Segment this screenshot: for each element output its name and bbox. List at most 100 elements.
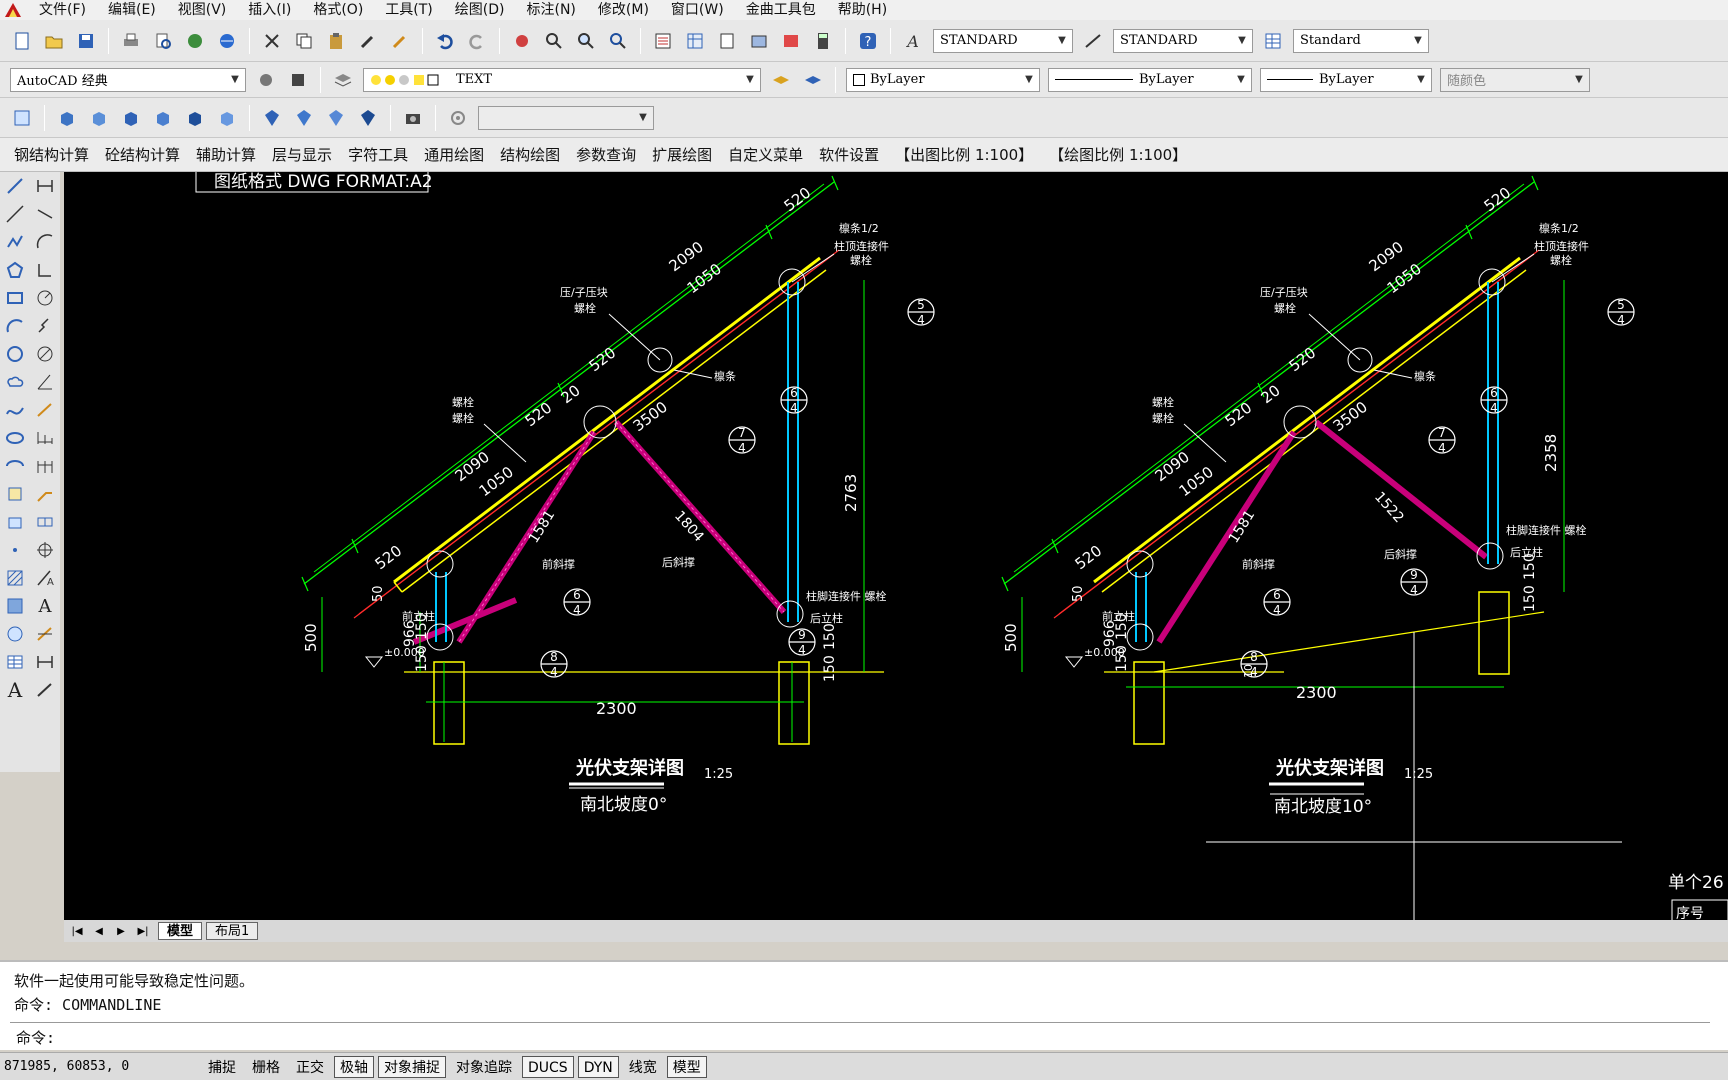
zoom-realtime-icon[interactable]: [541, 28, 567, 54]
snap-toggle[interactable]: 捕捉: [202, 1056, 242, 1078]
line-icon[interactable]: [2, 172, 28, 200]
autocad-app-icon[interactable]: [4, 2, 22, 18]
menu-help[interactable]: 帮助(H): [827, 0, 898, 20]
menu-insert[interactable]: 插入(I): [237, 0, 302, 20]
cnmenu-steel-calc[interactable]: 钢结构计算: [6, 144, 97, 165]
nw-iso-icon[interactable]: [355, 105, 381, 131]
dim-update-icon[interactable]: [32, 620, 58, 648]
workspace-select[interactable]: AutoCAD 经典 ▼: [10, 67, 246, 92]
layer-match-icon[interactable]: [800, 67, 826, 93]
menu-tools[interactable]: 工具(T): [374, 0, 443, 20]
bottom-view-icon[interactable]: [86, 105, 112, 131]
polar-toggle[interactable]: 极轴: [334, 1055, 374, 1078]
dim-diameter-icon[interactable]: [32, 340, 58, 368]
leader-icon[interactable]: [32, 480, 58, 508]
cnmenu-param-query[interactable]: 参数查询: [568, 144, 644, 165]
ne-iso-icon[interactable]: [323, 105, 349, 131]
ellipse-icon[interactable]: [2, 424, 28, 452]
dim-style-icon[interactable]: [1080, 28, 1106, 54]
lineweight-toggle[interactable]: 线宽: [623, 1056, 663, 1078]
markup-icon[interactable]: [778, 28, 804, 54]
cnmenu-custom-menu[interactable]: 自定义菜单: [720, 144, 811, 165]
text-style-icon[interactable]: A: [900, 28, 926, 54]
tab-model[interactable]: 模型: [158, 922, 203, 940]
tab-last-icon[interactable]: ▶|: [132, 922, 154, 940]
rectangle-icon[interactable]: [2, 284, 28, 312]
dim-arc-icon[interactable]: [32, 228, 58, 256]
se-iso-icon[interactable]: [291, 105, 317, 131]
tab-prev-icon[interactable]: ◀: [88, 922, 110, 940]
matchprop-icon[interactable]: [355, 28, 381, 54]
layer-manager-icon[interactable]: [330, 67, 356, 93]
menu-modify[interactable]: 修改(M): [587, 0, 660, 20]
cnmenu-output-scale[interactable]: 【出图比例 1:100】: [887, 144, 1041, 165]
layer-select[interactable]: TEXT ▼: [363, 67, 761, 92]
cnmenu-software-settings[interactable]: 软件设置: [811, 144, 887, 165]
spline-icon[interactable]: [2, 396, 28, 424]
design-center-icon[interactable]: [682, 28, 708, 54]
dim-ordinate-icon[interactable]: [32, 256, 58, 284]
osnap-toggle[interactable]: 对象捕捉: [378, 1055, 446, 1078]
back-view-icon[interactable]: [214, 105, 240, 131]
text-style-select[interactable]: STANDARD ▼: [933, 28, 1073, 53]
tolerance-icon[interactable]: [32, 508, 58, 536]
color-select[interactable]: ByLayer ▼: [846, 67, 1040, 92]
insert-block-icon[interactable]: [2, 480, 28, 508]
zoom-previous-icon[interactable]: [605, 28, 631, 54]
cnmenu-concrete-calc[interactable]: 砼结构计算: [97, 144, 188, 165]
redo-icon[interactable]: [464, 28, 490, 54]
tab-layout1[interactable]: 布局1: [206, 922, 259, 940]
construction-line-icon[interactable]: [2, 200, 28, 228]
menu-view[interactable]: 视图(V): [167, 0, 238, 20]
linetype-select[interactable]: ByLayer ▼: [1048, 67, 1252, 92]
cnmenu-struct-draw[interactable]: 结构绘图: [492, 144, 568, 165]
dim-radius-icon[interactable]: [32, 284, 58, 312]
ducs-toggle[interactable]: DUCS: [522, 1055, 574, 1078]
ucs-icon[interactable]: [9, 105, 35, 131]
workspace-save-icon[interactable]: [285, 67, 311, 93]
copy-icon[interactable]: [291, 28, 317, 54]
tool-palettes-icon[interactable]: [714, 28, 740, 54]
cnmenu-general-draw[interactable]: 通用绘图: [416, 144, 492, 165]
workspace-settings-icon[interactable]: [253, 67, 279, 93]
circle-icon[interactable]: [2, 340, 28, 368]
cnmenu-aux-calc[interactable]: 辅助计算: [188, 144, 264, 165]
menu-draw[interactable]: 绘图(D): [444, 0, 516, 20]
cnmenu-draw-scale[interactable]: 【绘图比例 1:100】: [1041, 144, 1195, 165]
lineweight-select[interactable]: ByLayer ▼: [1260, 67, 1432, 92]
right-view-icon[interactable]: [150, 105, 176, 131]
menu-edit[interactable]: 编辑(E): [97, 0, 167, 20]
cut-icon[interactable]: [259, 28, 285, 54]
table-icon[interactable]: [2, 648, 28, 676]
tab-next-icon[interactable]: ▶: [110, 922, 132, 940]
command-input[interactable]: 命令:: [10, 1022, 1710, 1048]
sheet-set-icon[interactable]: [746, 28, 772, 54]
dim-linear-icon[interactable]: [32, 172, 58, 200]
dim-aligned-icon[interactable]: [32, 200, 58, 228]
plot-preview-icon[interactable]: [150, 28, 176, 54]
undo-icon[interactable]: [432, 28, 458, 54]
save-icon[interactable]: [73, 28, 99, 54]
dim-jogged-icon[interactable]: [32, 312, 58, 340]
multiline-text-icon[interactable]: A: [2, 676, 28, 704]
dim-edit-icon[interactable]: A: [32, 564, 58, 592]
cnmenu-text-tools[interactable]: 字符工具: [340, 144, 416, 165]
publish-icon[interactable]: [182, 28, 208, 54]
etransmit-icon[interactable]: [214, 28, 240, 54]
dim-baseline-icon[interactable]: [32, 424, 58, 452]
otrack-toggle[interactable]: 对象追踪: [450, 1056, 518, 1078]
top-view-icon[interactable]: [54, 105, 80, 131]
properties-icon[interactable]: [650, 28, 676, 54]
table-style-select[interactable]: Standard ▼: [1293, 28, 1429, 53]
dim-override-icon[interactable]: [32, 676, 58, 704]
tab-first-icon[interactable]: |◀: [66, 922, 88, 940]
revision-cloud-icon[interactable]: [2, 368, 28, 396]
front-view-icon[interactable]: [182, 105, 208, 131]
menu-window[interactable]: 窗口(W): [660, 0, 735, 20]
quick-dim-icon[interactable]: [32, 396, 58, 424]
ellipse-arc-icon[interactable]: [2, 452, 28, 480]
polygon-icon[interactable]: [2, 256, 28, 284]
new-file-icon[interactable]: [9, 28, 35, 54]
hatch-icon[interactable]: [2, 564, 28, 592]
cnmenu-ext-draw[interactable]: 扩展绘图: [644, 144, 720, 165]
